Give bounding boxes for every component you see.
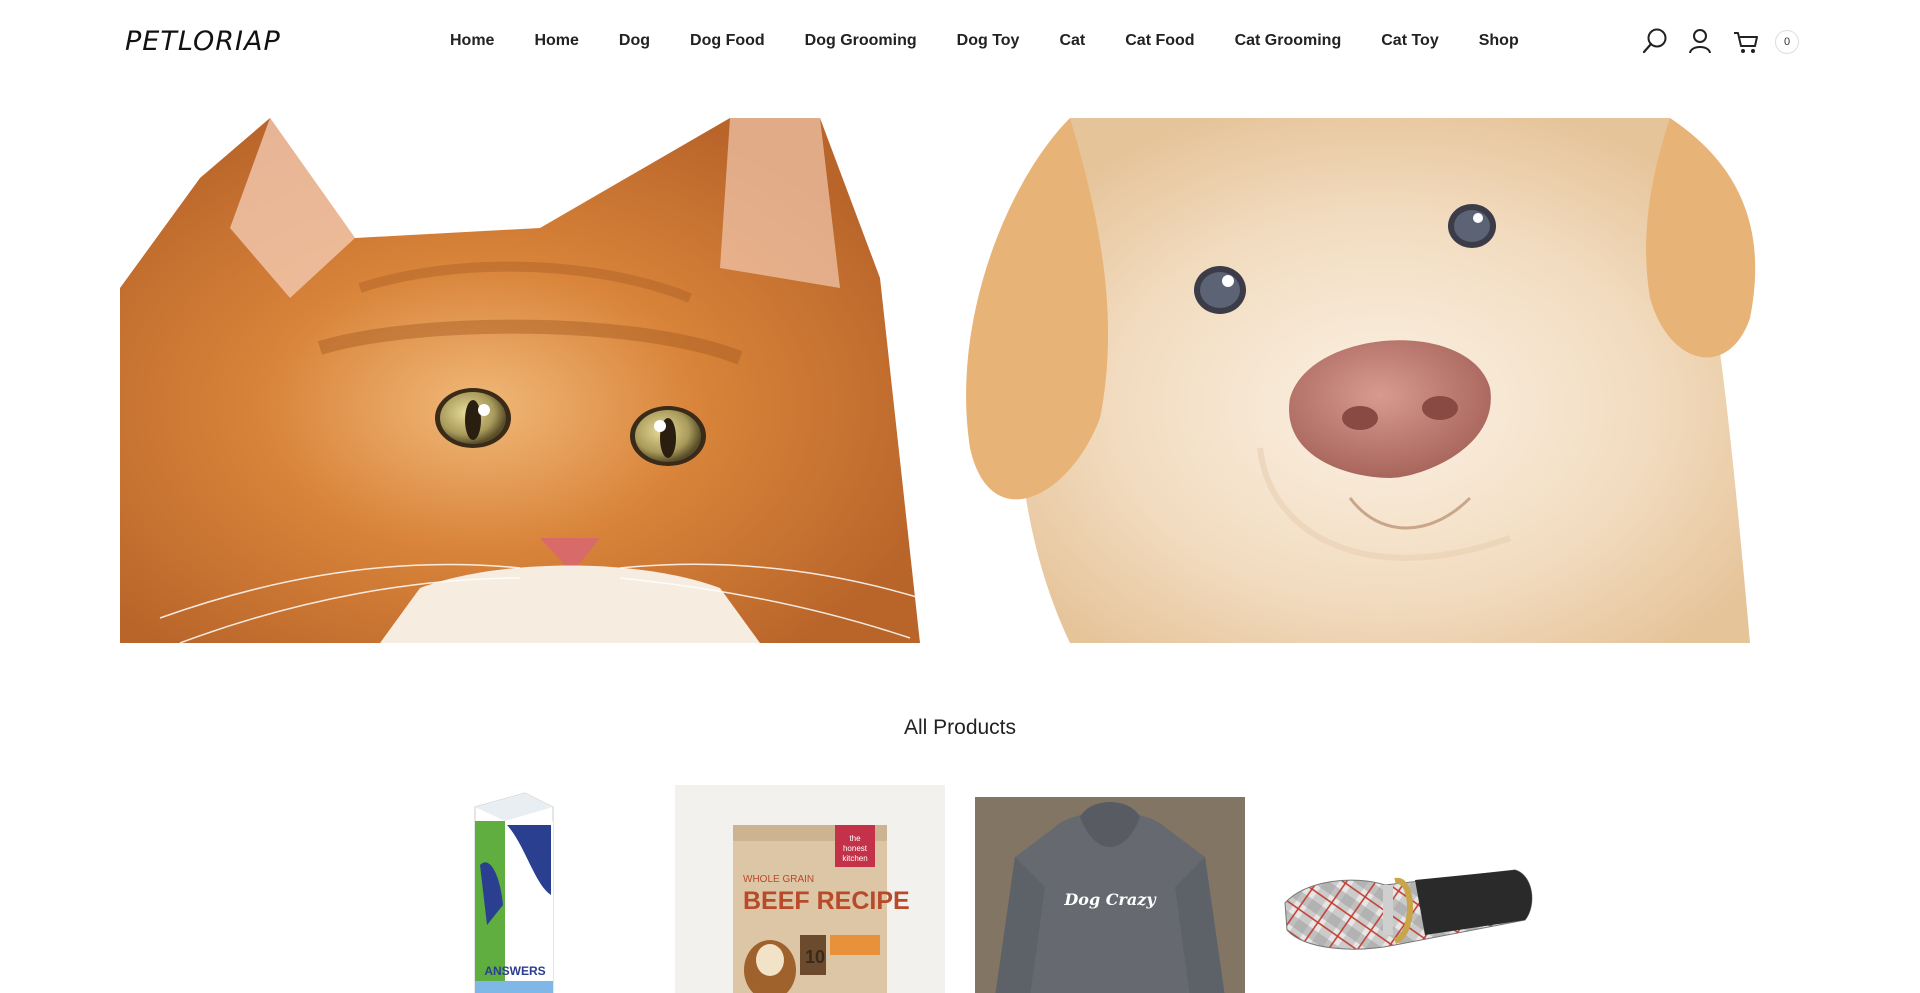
product-card-beef-recipe[interactable]: the honest kitchen WHOLE GRAIN BEEF RECI…: [675, 785, 945, 993]
brand-line-3: kitchen: [842, 854, 867, 863]
brand-line-2: honest: [843, 844, 868, 853]
bag-line-2: BEEF RECIPE: [743, 887, 910, 915]
puppy-image: [950, 118, 1780, 643]
nav-item-dog-toy[interactable]: Dog Toy: [957, 32, 1020, 50]
nav-item-cat-toy[interactable]: Cat Toy: [1381, 32, 1438, 50]
header-icons: 0: [1640, 26, 1920, 60]
cart-count-badge: 0: [1775, 30, 1799, 54]
section-title-all-products: All Products: [903, 716, 1017, 739]
search-icon[interactable]: [1640, 26, 1670, 56]
brand-logo[interactable]: PETLORIAP: [125, 26, 281, 57]
nav-item-dog-food[interactable]: Dog Food: [690, 32, 765, 50]
nav-item-cat[interactable]: Cat: [1059, 32, 1085, 50]
svg-text:10: 10: [805, 947, 825, 967]
nav-item-home[interactable]: Home: [450, 32, 494, 50]
nav-item-dog[interactable]: Dog: [619, 32, 650, 50]
nav-item-dog-grooming[interactable]: Dog Grooming: [805, 32, 917, 50]
nav-item-cat-food[interactable]: Cat Food: [1125, 32, 1194, 50]
product-grid: ANSWERS the honest kitchen WHOLE GRAIN B…: [0, 785, 1920, 993]
answers-carton-text: ANSWERS: [484, 964, 545, 978]
cart-icon[interactable]: [1731, 26, 1761, 56]
product-card-answers[interactable]: ANSWERS: [375, 785, 645, 993]
bag-line-1: WHOLE GRAIN: [743, 874, 814, 885]
nav-item-cat-grooming[interactable]: Cat Grooming: [1235, 32, 1342, 50]
user-icon[interactable]: [1685, 26, 1715, 56]
nav-item-shop[interactable]: Shop: [1479, 32, 1519, 50]
hoodie-text: Dog Crazy: [1063, 890, 1157, 909]
product-card-collar[interactable]: [1275, 785, 1545, 993]
main-nav: Home Home Dog Dog Food Dog Grooming Dog …: [450, 32, 1559, 50]
product-card-hoodie[interactable]: Dog Crazy: [975, 793, 1245, 993]
kitten-image: [120, 118, 950, 643]
site-header: PETLORIAP Home Home Dog Dog Food Dog Gro…: [0, 0, 1920, 86]
nav-item-home-2[interactable]: Home: [534, 32, 578, 50]
brand-line-1: the: [849, 834, 861, 843]
hero-banner[interactable]: [120, 118, 1780, 643]
